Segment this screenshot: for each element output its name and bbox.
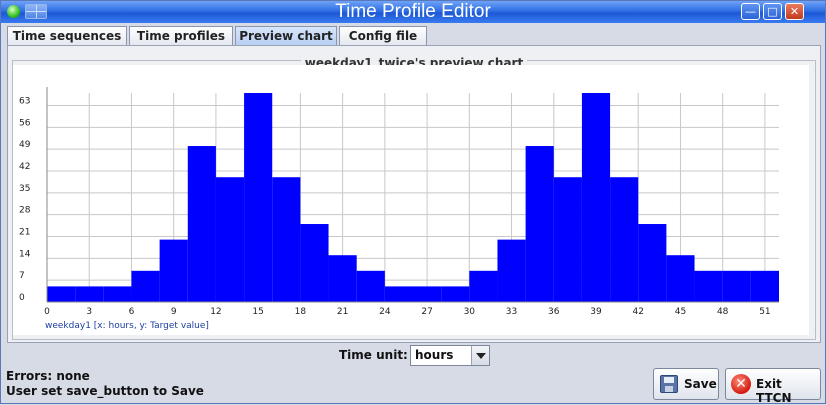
errors-status: Errors: none xyxy=(6,369,90,383)
title-bar[interactable]: Time Profile Editor — □ ✕ xyxy=(1,1,825,23)
floppy-disk-icon xyxy=(660,375,678,393)
x-tick-label: 27 xyxy=(421,307,432,317)
tab-time-sequences[interactable]: Time sequences xyxy=(7,26,127,45)
y-tick-label: 35 xyxy=(19,184,30,194)
time-unit-value: hours xyxy=(415,348,454,362)
chart-bar xyxy=(469,270,498,302)
x-tick-label: 15 xyxy=(252,307,263,317)
chart-bar xyxy=(581,93,611,302)
y-tick-label: 42 xyxy=(19,162,30,172)
x-tick-label: 48 xyxy=(717,307,729,317)
chart-bar xyxy=(159,239,188,302)
chart-bar xyxy=(215,177,245,302)
minimize-button[interactable]: — xyxy=(741,3,760,20)
chart-bar xyxy=(384,286,413,302)
chart-bar xyxy=(300,224,329,302)
tab-preview-chart[interactable]: Preview chart xyxy=(235,26,337,45)
close-button[interactable]: ✕ xyxy=(785,3,804,20)
time-unit-label: Time unit: xyxy=(339,348,408,362)
status-message: User set save_button to Save xyxy=(6,384,204,398)
chart-legend-text: weekday1 [x: hours, y: Target value] xyxy=(45,321,209,331)
save-button-label: Save xyxy=(684,377,717,391)
y-tick-label: 63 xyxy=(19,96,30,106)
y-tick-label: 49 xyxy=(19,140,31,150)
x-tick-label: 9 xyxy=(171,307,177,317)
chevron-down-icon[interactable] xyxy=(471,346,489,365)
exit-button[interactable]: ✕ Exit TTCN xyxy=(725,368,821,405)
x-tick-label: 42 xyxy=(633,307,644,317)
save-button[interactable]: Save xyxy=(653,368,719,400)
x-tick-label: 39 xyxy=(590,307,602,317)
y-tick-label: 56 xyxy=(19,118,31,128)
chart-bar xyxy=(187,146,216,302)
x-tick-label: 3 xyxy=(86,307,92,317)
time-unit-select[interactable]: hours xyxy=(410,345,490,366)
y-tick-label: 28 xyxy=(19,206,31,216)
chart-bar xyxy=(103,286,132,302)
chart-bar xyxy=(694,270,723,302)
x-tick-label: 36 xyxy=(548,307,560,317)
y-tick-label: 0 xyxy=(19,293,25,303)
main-window: Time Profile Editor — □ ✕ Time sequences… xyxy=(0,0,826,405)
x-tick-label: 0 xyxy=(44,307,50,317)
chart-bar xyxy=(750,270,779,302)
tab-config-file[interactable]: Config file xyxy=(339,26,427,45)
x-tick-label: 21 xyxy=(337,307,348,317)
chart-bar xyxy=(413,286,442,302)
x-tick-label: 33 xyxy=(506,307,517,317)
y-tick-label: 14 xyxy=(19,249,31,259)
chart-bar xyxy=(244,93,273,302)
window-title: Time Profile Editor xyxy=(335,1,491,22)
x-tick-label: 6 xyxy=(129,307,135,317)
exit-button-label: Exit TTCN xyxy=(756,377,792,405)
chart-bar xyxy=(328,255,357,302)
x-tick-label: 45 xyxy=(675,307,686,317)
close-circle-icon: ✕ xyxy=(731,374,751,394)
chart-bar xyxy=(638,224,667,302)
x-tick-label: 12 xyxy=(210,307,221,317)
chart-bar xyxy=(47,286,76,302)
x-tick-label: 18 xyxy=(295,307,307,317)
y-tick-label: 7 xyxy=(19,271,25,281)
y-tick-label: 21 xyxy=(19,227,30,237)
chart-bar xyxy=(610,177,639,302)
x-tick-label: 51 xyxy=(759,307,770,317)
chart-bar xyxy=(75,286,104,302)
chart-bar xyxy=(497,239,526,302)
chart-area: 0 7 14 21 28 35 42 49 56 63 0 3 6 9 12 15 18 21 24 27 30 33 36… xyxy=(13,65,809,335)
chart-bar xyxy=(553,177,582,302)
chart-bar xyxy=(525,146,554,302)
chart-bar xyxy=(356,270,385,302)
chart-bar xyxy=(722,270,751,302)
chart-bar xyxy=(272,177,301,302)
chart-bar xyxy=(441,286,470,302)
x-tick-label: 24 xyxy=(379,307,391,317)
x-tick-label: 30 xyxy=(464,307,476,317)
chart-bar xyxy=(666,255,695,302)
chart-bar xyxy=(131,270,160,302)
maximize-button[interactable]: □ xyxy=(763,3,782,20)
tab-time-profiles[interactable]: Time profiles xyxy=(129,26,233,45)
preview-chart: 0714212835424956630 3 6 9 12 15 18 21 24 27 30 33 36… xyxy=(19,87,779,331)
